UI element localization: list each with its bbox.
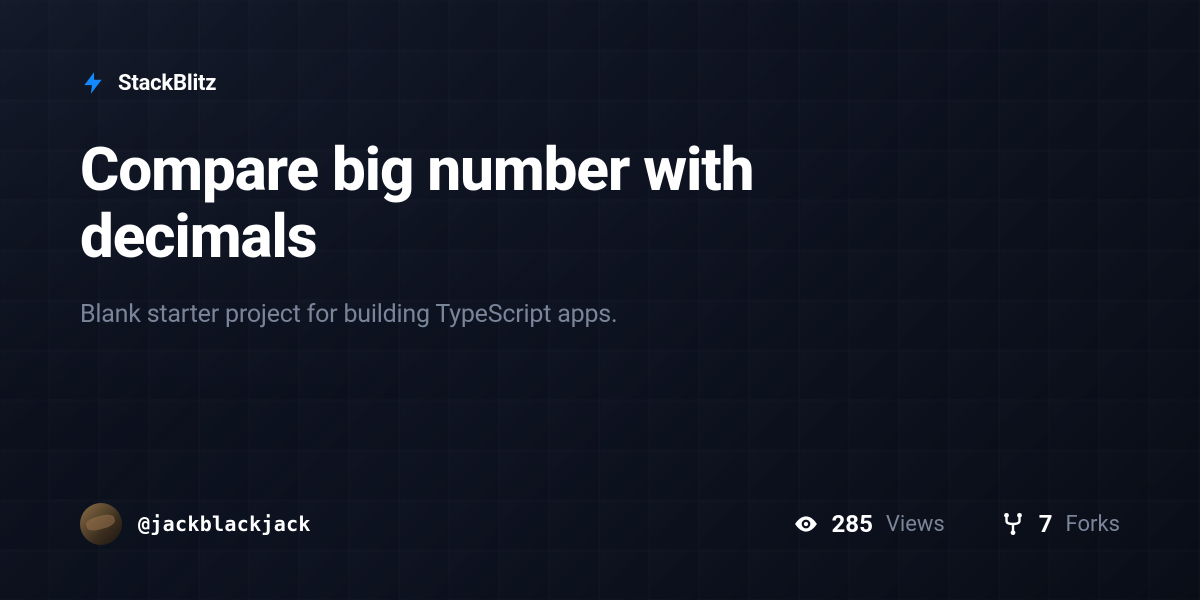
views-stat: 285 Views (793, 510, 945, 538)
avatar (80, 503, 122, 545)
forks-label: Forks (1066, 512, 1120, 537)
brand-row: StackBlitz (80, 70, 1120, 96)
author-username: @jackblackjack (138, 512, 311, 536)
stats-row: 285 Views 7 Forks (793, 510, 1120, 538)
views-value: 285 (832, 510, 873, 538)
author-block[interactable]: @jackblackjack (80, 503, 311, 545)
lightning-bolt-icon (80, 70, 106, 96)
forks-value: 7 (1039, 510, 1053, 538)
fork-icon (1000, 511, 1026, 537)
project-description: Blank starter project for building TypeS… (80, 300, 1120, 329)
card-content: StackBlitz Compare big number with decim… (0, 0, 1200, 600)
views-label: Views (886, 512, 945, 537)
footer-row: @jackblackjack 285 Views 7 Forks (80, 503, 1120, 545)
forks-stat: 7 Forks (1000, 510, 1120, 538)
eye-icon (793, 511, 819, 537)
brand-name: StackBlitz (118, 71, 216, 96)
project-title: Compare big number with decimals (80, 136, 980, 270)
